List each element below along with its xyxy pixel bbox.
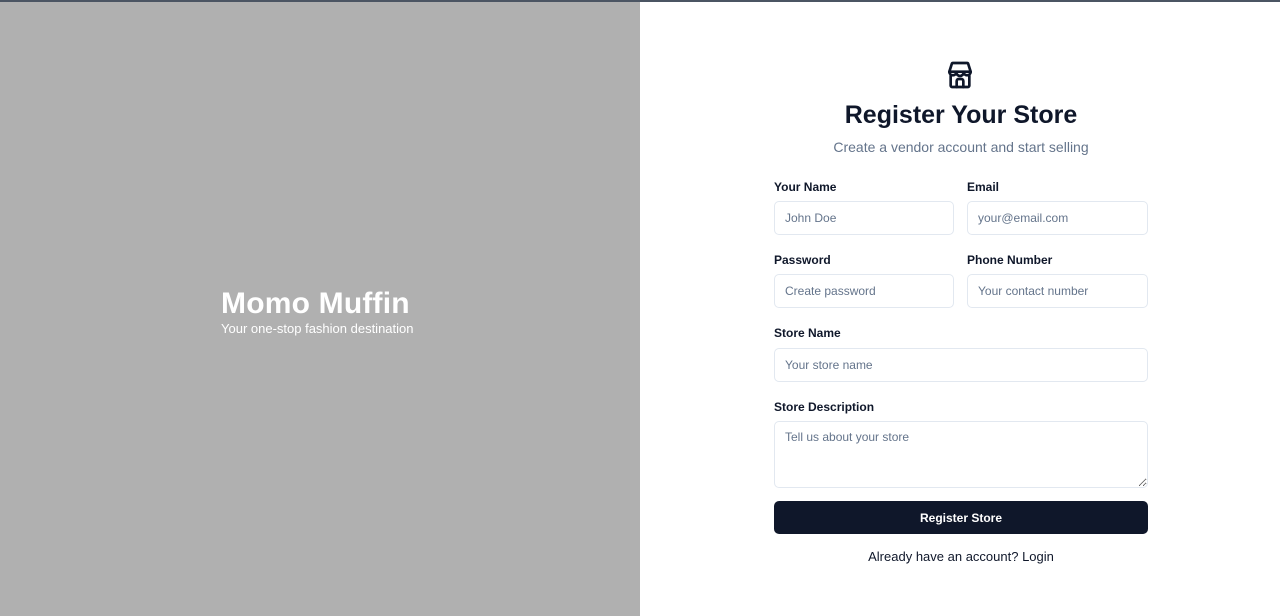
phone-label: Phone Number (967, 253, 1053, 267)
email-label: Email (967, 180, 1000, 194)
brand-title: Momo Muffin (221, 287, 410, 320)
register-store-button[interactable]: Register Store (774, 501, 1148, 534)
store-name-input[interactable] (774, 348, 1148, 382)
login-row: Already have an account? Login (774, 549, 1148, 565)
brand-tagline: Your one-stop fashion destination (221, 321, 414, 336)
store-icon (948, 61, 972, 89)
phone-input[interactable] (967, 274, 1148, 308)
name-input[interactable] (774, 201, 954, 235)
brand-block: Momo Muffin Your one-stop fashion destin… (221, 287, 414, 337)
store-description-label: Store Description (774, 400, 875, 414)
name-label: Your Name (774, 180, 837, 194)
store-description-textarea[interactable] (774, 421, 1148, 488)
form-subtitle: Create a vendor account and start sellin… (833, 139, 1089, 155)
login-prompt: Already have an account? (868, 549, 1023, 564)
password-input[interactable] (774, 274, 954, 308)
brand-panel: Momo Muffin Your one-stop fashion destin… (0, 2, 640, 616)
registration-panel: Register Your Store Create a vendor acco… (640, 2, 1280, 616)
login-link[interactable]: Login (1022, 549, 1054, 564)
password-label: Password (774, 253, 831, 267)
form-title: Register Your Store (844, 101, 1078, 129)
email-input[interactable] (967, 201, 1148, 235)
store-name-label: Store Name (774, 326, 841, 340)
